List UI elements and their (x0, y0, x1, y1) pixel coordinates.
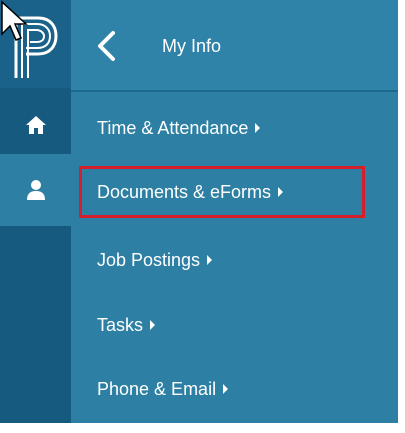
user-icon (26, 180, 45, 200)
caret-right-icon (223, 384, 229, 394)
logo-area (0, 0, 71, 88)
menu-item-label: Documents & eForms (97, 181, 272, 202)
rail-my-info-button[interactable] (0, 154, 71, 226)
menu-item-label: Tasks (97, 314, 144, 335)
menu-item-tasks[interactable]: Tasks (79, 299, 379, 351)
menu-item-label: Time & Attendance (97, 117, 249, 138)
menu-item-label: Job Postings (97, 249, 201, 270)
menu-item-label: Phone & Email (97, 378, 217, 399)
back-button[interactable] (93, 30, 121, 62)
left-nav-rail (0, 0, 71, 423)
panel-title: My Info (162, 36, 222, 56)
powerschool-logo-icon (14, 16, 58, 78)
menu-item-phone-email[interactable]: Phone & Email (79, 363, 379, 415)
panel-header: My Info (71, 0, 398, 92)
menu-item-documents-eforms[interactable]: Documents & eForms (79, 166, 365, 218)
caret-right-icon (150, 320, 156, 330)
menu-item-job-postings[interactable]: Job Postings (79, 234, 379, 286)
menu-item-time-attendance[interactable]: Time & Attendance (79, 102, 379, 154)
home-icon (25, 116, 46, 134)
my-info-panel: My Info Time & Attendance Documents & eF… (0, 0, 398, 423)
chevron-left-icon (98, 31, 115, 61)
rail-home-button[interactable] (0, 96, 71, 154)
caret-right-icon (207, 255, 213, 265)
caret-right-icon (278, 187, 284, 197)
caret-right-icon (255, 123, 261, 133)
